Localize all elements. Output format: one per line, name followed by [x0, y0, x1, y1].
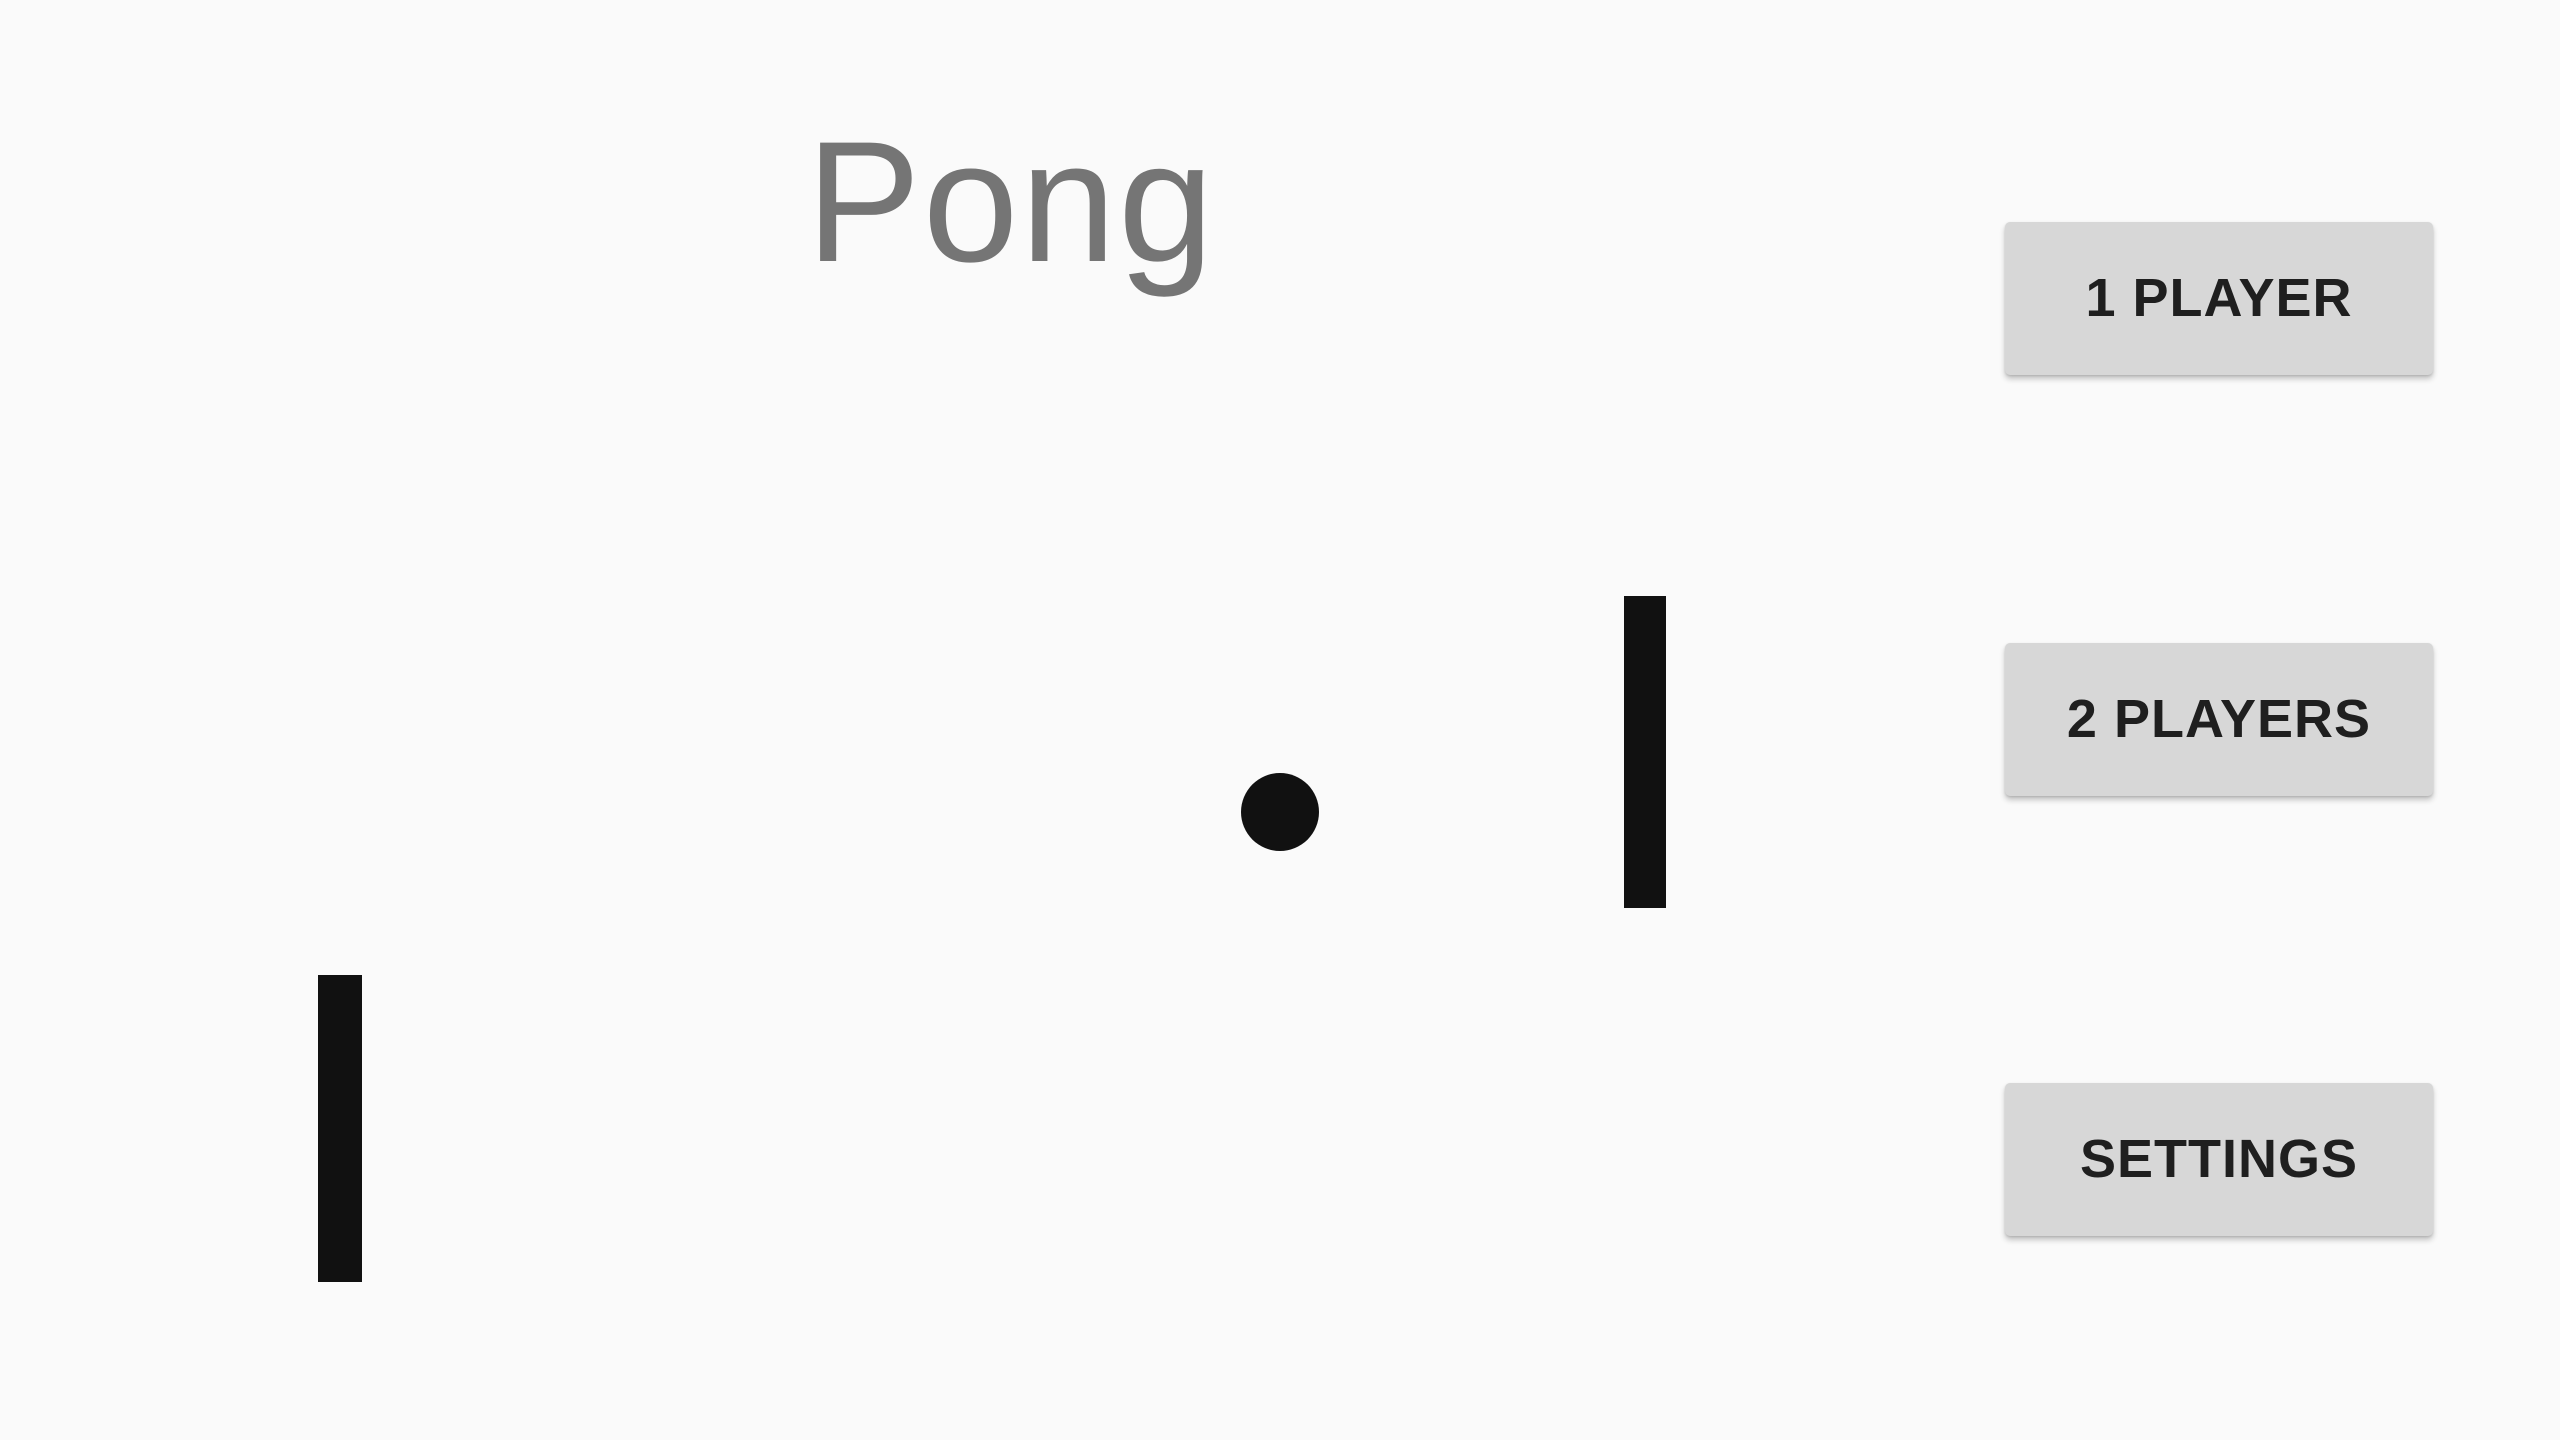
settings-button[interactable]: SETTINGS [2005, 1083, 2433, 1236]
one-player-button[interactable]: 1 PLAYER [2005, 222, 2433, 375]
ball [1241, 773, 1319, 851]
left-paddle [318, 975, 362, 1282]
two-players-button[interactable]: 2 PLAYERS [2005, 643, 2433, 796]
game-title: Pong [806, 106, 1216, 298]
pong-menu-screen: Pong 1 PLAYER 2 PLAYERS SETTINGS [0, 0, 2560, 1440]
right-paddle [1624, 596, 1666, 908]
